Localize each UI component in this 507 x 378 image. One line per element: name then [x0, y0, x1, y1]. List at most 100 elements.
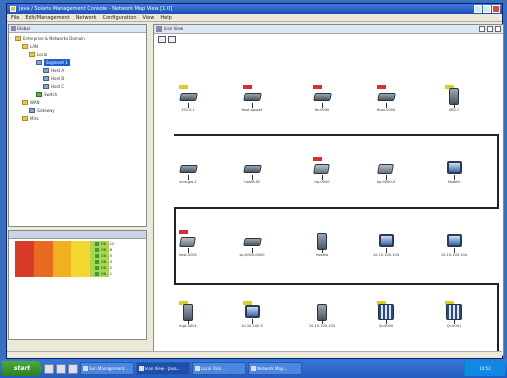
device-node[interactable]: mgt-0001 — [168, 301, 208, 347]
menu-file[interactable]: File — [11, 14, 19, 21]
hub-icon — [179, 237, 196, 247]
map-close-button[interactable] — [495, 26, 501, 32]
tree-node[interactable]: Gateway — [29, 107, 55, 114]
panel-icon — [11, 26, 16, 31]
select-tool-icon[interactable] — [158, 36, 166, 43]
device-node[interactable]: Qr-0001 — [434, 301, 474, 347]
quick-launch-icon[interactable] — [44, 363, 54, 374]
taskbar-button-label: Local Disk... — [201, 366, 226, 371]
tree-node-label: Host B — [51, 76, 65, 81]
alert-flag-icon — [179, 230, 188, 234]
device-node[interactable]: 10.10.100.105 — [302, 301, 342, 347]
device-node[interactable]: hostA-ID — [232, 157, 272, 203]
taskbar-button[interactable]: Sun Management... — [80, 362, 134, 375]
map-maximize-button[interactable] — [487, 26, 493, 32]
map-minimize-button[interactable] — [479, 26, 485, 32]
status-dot-icon — [95, 272, 99, 276]
network-map-panel: Icon View 192.0.1 Host-ipppt4 fw-0000 Host-… — [153, 24, 504, 356]
device-node[interactable]: Host-ipppt4 — [232, 85, 272, 131]
device-label: SRV-1 — [448, 108, 460, 112]
router-icon — [377, 93, 396, 101]
tree-node[interactable]: Enterprise & Networks Domain — [15, 35, 85, 42]
menu-view[interactable]: View — [143, 14, 155, 21]
device-node[interactable]: 10.10.100.104 — [434, 230, 474, 276]
device-label: host-0001 — [178, 253, 198, 257]
status-bar — [7, 351, 502, 358]
tree-panel-title: Global — [17, 26, 30, 31]
tree-node-label: Local — [37, 52, 48, 57]
minimize-button[interactable] — [474, 5, 482, 13]
taskbar-button[interactable]: Local Disk... — [192, 362, 246, 375]
device-label: Host-0000 — [376, 108, 396, 112]
device-label: vms-gw-1 — [179, 180, 197, 184]
device-node[interactable]: Hostfw — [302, 230, 342, 276]
device-node[interactable]: hp-0000 — [302, 157, 342, 203]
app-icon — [10, 6, 16, 12]
alert-flag-icon — [313, 157, 322, 161]
zoom-tool-icon[interactable] — [168, 36, 176, 43]
title-bar[interactable]: Java / Solaris Management Console - Netw… — [7, 4, 502, 14]
menu-network[interactable]: Network — [76, 14, 97, 21]
status-row-label: OK - 1 — [101, 272, 113, 276]
maximize-button[interactable] — [483, 5, 491, 13]
device-node[interactable]: Qr-0000 — [366, 301, 406, 347]
window-icon — [251, 366, 256, 371]
router-icon — [243, 165, 262, 173]
tree-panel-header: Global — [9, 25, 146, 33]
device-node[interactable]: sp-0000-0000 — [232, 230, 272, 276]
menu-edit-management[interactable]: Edit/Management — [25, 14, 69, 21]
quick-launch-icon[interactable] — [56, 363, 66, 374]
device-label: 10.10.100.104 — [440, 253, 468, 257]
tree-node[interactable]: Misc — [22, 115, 39, 122]
device-node[interactable]: hp-0000-0 — [366, 157, 406, 203]
close-button[interactable] — [492, 5, 500, 13]
tree-node[interactable]: Local — [29, 51, 47, 58]
tree-node[interactable]: Host A — [43, 67, 64, 74]
status-dot-icon — [95, 242, 99, 246]
device-label: fw-0000 — [314, 108, 330, 112]
tree-node[interactable]: Segment 1 — [36, 59, 70, 66]
router-icon — [243, 93, 262, 101]
status-summary-panel: OK - 12 OK - 8 OK - 5 OK - 3 OK - 2 OK - 1 — [8, 230, 147, 340]
window-icon — [195, 366, 200, 371]
tree-node[interactable]: Host C — [43, 83, 64, 90]
tree-node-label: WAN — [30, 100, 40, 105]
status-row: OK - 1 — [95, 271, 143, 277]
tree-node-label: Switch — [44, 92, 58, 97]
device-node[interactable]: fw-0000 — [302, 85, 342, 131]
tree-node[interactable]: Host B — [43, 75, 64, 82]
device-node[interactable]: 192.0.1 — [168, 85, 208, 131]
device-label: Qr-0000 — [378, 324, 394, 328]
device-label: hp-0000 — [314, 180, 330, 184]
status-list: OK - 12 OK - 8 OK - 5 OK - 3 OK - 2 OK - 1 — [95, 241, 143, 277]
device-node[interactable]: NodeH — [434, 157, 474, 203]
folder-icon — [22, 100, 28, 105]
device-node[interactable]: 10.10.100.5 — [232, 301, 272, 347]
status-dot-icon — [95, 248, 99, 252]
start-button[interactable]: start — [2, 361, 42, 376]
tree-node-label: Host A — [51, 68, 65, 73]
quick-launch-icon[interactable] — [68, 363, 78, 374]
device-label: mgt-0001 — [179, 324, 197, 328]
device-node[interactable]: Host-0000 — [366, 85, 406, 131]
map-panel-header: Icon View — [154, 25, 503, 34]
menu-configuration[interactable]: Configuration — [103, 14, 137, 21]
qr-icon — [446, 304, 462, 320]
alert-flag-icon — [179, 85, 188, 89]
device-node[interactable]: 10.10.100.103 — [366, 230, 406, 276]
device-label: hostA-ID — [244, 180, 260, 184]
taskbar-button[interactable]: Network Map... — [248, 362, 302, 375]
taskbar-button[interactable]: Icon View - Java... — [136, 362, 190, 375]
workstation-icon — [245, 305, 260, 318]
device-node[interactable]: host-0001 — [168, 230, 208, 276]
tree-node[interactable]: LAN — [22, 43, 38, 50]
computer-icon — [43, 76, 49, 81]
folder-icon — [22, 44, 28, 49]
device-node[interactable]: vms-gw-1 — [168, 157, 208, 203]
device-node[interactable]: SRV-1 — [434, 85, 474, 131]
severity-color-band — [71, 241, 91, 277]
network-link — [497, 134, 499, 208]
menu-help[interactable]: Help — [160, 14, 171, 21]
tree-node[interactable]: WAN — [22, 99, 39, 106]
tree-node[interactable]: Switch — [36, 91, 57, 98]
